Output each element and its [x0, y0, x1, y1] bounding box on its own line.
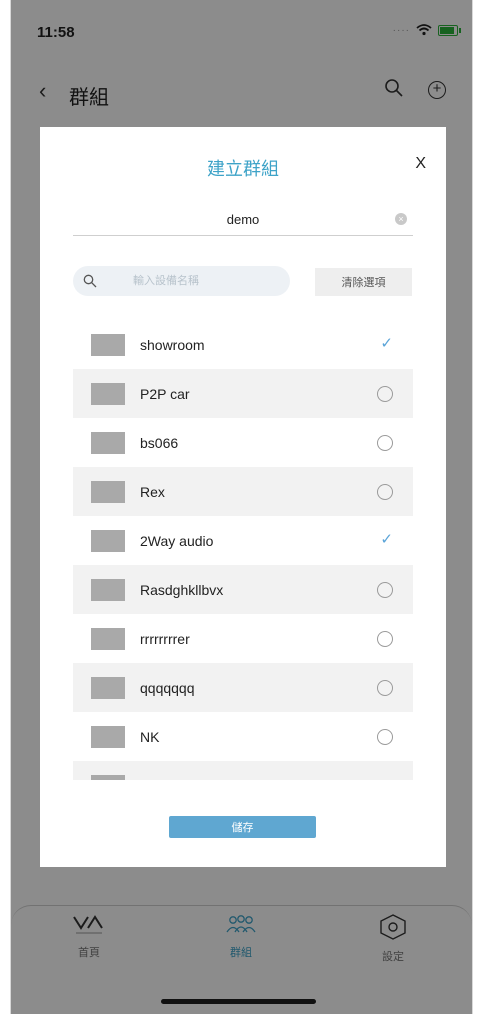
- device-name: qqqqqqq: [140, 679, 195, 696]
- device-name: bs066: [140, 434, 179, 451]
- device-name: showroom: [140, 336, 205, 353]
- device-thumbnail: [91, 431, 125, 454]
- checkmark-icon[interactable]: ✓: [380, 334, 393, 352]
- unselected-circle-icon[interactable]: [377, 680, 393, 696]
- device-row[interactable]: rrrrrrrrer: [73, 614, 413, 663]
- group-name-input[interactable]: [73, 204, 413, 234]
- unselected-circle-icon[interactable]: [377, 582, 393, 598]
- device-row[interactable]: Rex: [73, 467, 413, 516]
- device-name: Rasdghkllbvx: [140, 581, 224, 598]
- device-row[interactable]: qqqqqqq: [73, 663, 413, 712]
- unselected-circle-icon[interactable]: [377, 729, 393, 745]
- device-name: NK: [140, 728, 160, 745]
- device-row[interactable]: showroom ✓: [73, 320, 413, 369]
- device-row[interactable]: 2Way audio ✓: [73, 516, 413, 565]
- device-search-box: [73, 266, 290, 296]
- device-search-input[interactable]: [133, 266, 283, 296]
- device-row[interactable]: NK: [73, 712, 413, 761]
- search-icon: [83, 274, 97, 293]
- device-name: 2Way audio: [140, 532, 214, 549]
- save-button[interactable]: 儲存: [169, 816, 316, 838]
- device-thumbnail: [91, 725, 125, 748]
- phone-screen: 11:58 ···· ‹ 群組 + 首頁 群組 設定 建立群組 X demo ×…: [10, 0, 473, 1014]
- device-name: Rex: [140, 483, 165, 500]
- device-thumbnail: [91, 627, 125, 650]
- checkmark-icon[interactable]: ✓: [380, 530, 393, 548]
- device-thumbnail: [91, 480, 125, 503]
- group-name-field: ×: [73, 204, 413, 236]
- unselected-circle-icon[interactable]: [377, 386, 393, 402]
- device-row[interactable]: [73, 761, 413, 780]
- device-row[interactable]: Rasdghkllbvx: [73, 565, 413, 614]
- device-name: P2P car: [140, 385, 190, 402]
- device-row[interactable]: P2P car: [73, 369, 413, 418]
- close-button[interactable]: X: [415, 155, 426, 173]
- device-thumbnail: [91, 774, 125, 780]
- clear-selection-button[interactable]: 清除選項: [315, 268, 412, 296]
- device-row[interactable]: bs066: [73, 418, 413, 467]
- unselected-circle-icon[interactable]: [377, 484, 393, 500]
- device-thumbnail: [91, 382, 125, 405]
- create-group-modal: 建立群組 X × 清除選項 showroom ✓ P2P car bs066 Rex 2W…: [40, 127, 446, 867]
- device-thumbnail: [91, 578, 125, 601]
- device-thumbnail: [91, 333, 125, 356]
- device-name: rrrrrrrrer: [140, 630, 190, 647]
- clear-text-icon[interactable]: ×: [395, 213, 407, 225]
- home-indicator: [161, 999, 316, 1004]
- device-thumbnail: [91, 676, 125, 699]
- modal-title: 建立群組: [207, 159, 279, 179]
- device-thumbnail: [91, 529, 125, 552]
- unselected-circle-icon[interactable]: [377, 631, 393, 647]
- unselected-circle-icon[interactable]: [377, 435, 393, 451]
- device-list[interactable]: showroom ✓ P2P car bs066 Rex 2Way audio ✓ Rasdg…: [73, 320, 413, 780]
